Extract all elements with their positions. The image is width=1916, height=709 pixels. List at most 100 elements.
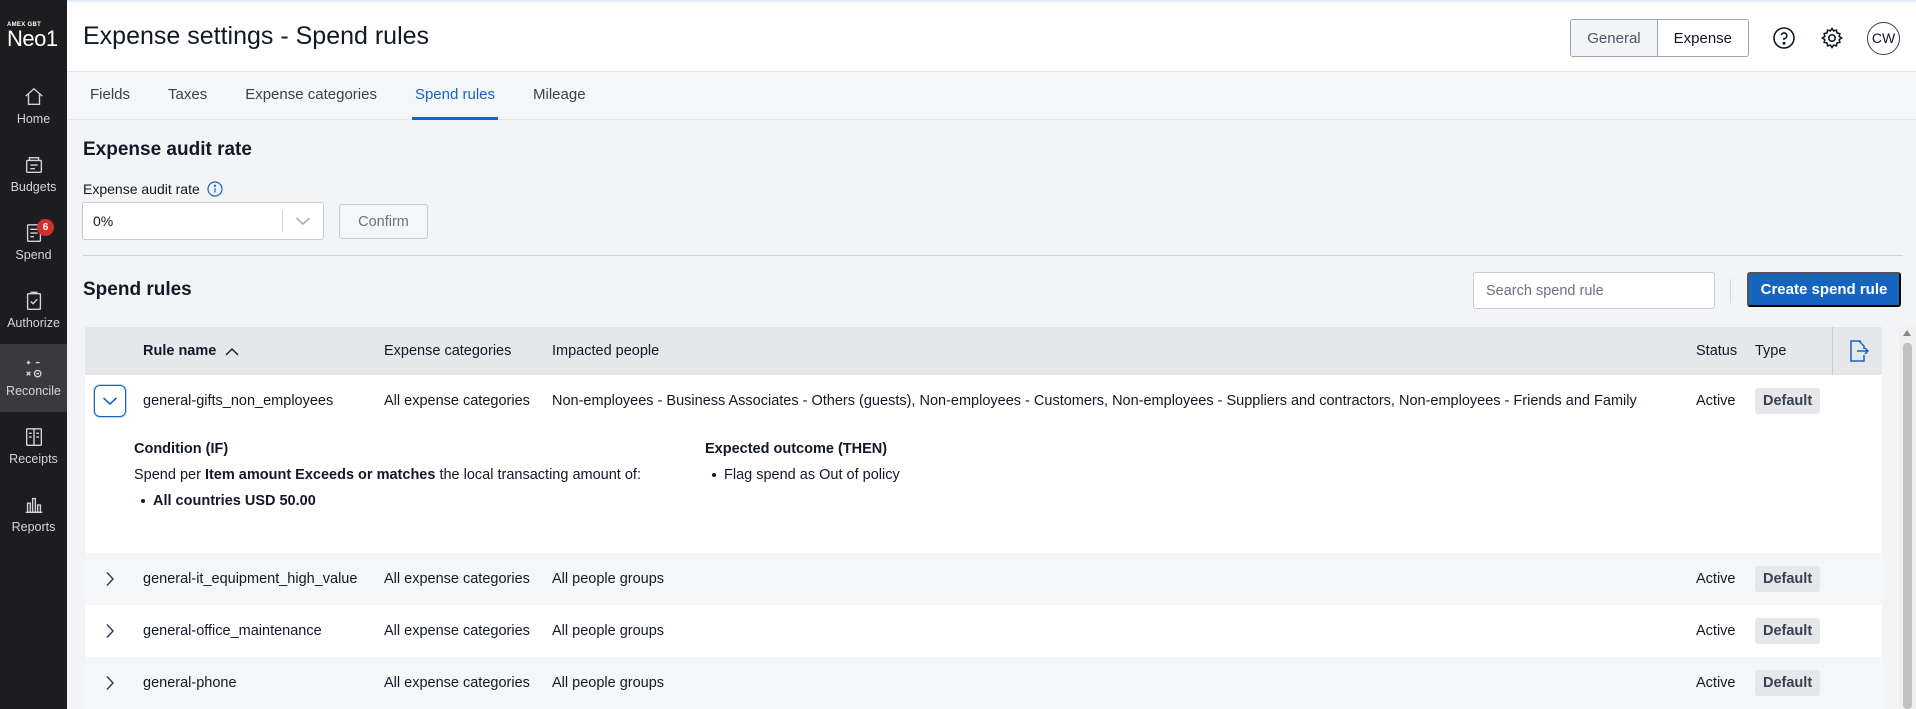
settings-mode-toggle: General Expense xyxy=(1570,19,1749,57)
rule-categories: All expense categories xyxy=(384,393,530,409)
condition-block: Condition (IF) Spend per Item amount Exc… xyxy=(134,441,641,509)
rule-detail-panel: Condition (IF) Spend per Item amount Exc… xyxy=(85,427,1882,553)
condition-text-post: the local transacting amount of: xyxy=(435,467,641,483)
rule-type: Default xyxy=(1755,566,1821,592)
chevron-right-icon xyxy=(106,571,115,587)
condition-bullet-text: All countries USD 50.00 xyxy=(153,493,316,509)
outcome-block: Expected outcome (THEN) Flag spend as Ou… xyxy=(705,441,900,483)
sidebar-item-label: Spend xyxy=(15,248,52,262)
condition-title: Condition (IF) xyxy=(134,441,229,457)
column-header-type: Type xyxy=(1755,343,1787,359)
search-spend-rule-input[interactable]: Search spend rule xyxy=(1473,272,1715,309)
type-badge: Default xyxy=(1755,618,1821,644)
rule-categories: All expense categories xyxy=(384,571,530,587)
user-avatar[interactable]: CW xyxy=(1867,21,1900,55)
audit-section-title: Expense audit rate xyxy=(83,139,252,160)
sidebar-item-label: Reports xyxy=(11,520,56,534)
sidebar-item-home[interactable]: Home xyxy=(0,72,67,140)
spend-rules-title: Spend rules xyxy=(83,279,192,300)
rule-status: Active xyxy=(1696,571,1736,587)
scrollbar-thumb[interactable] xyxy=(1903,343,1912,709)
rule-impacted-people: All people groups xyxy=(552,675,665,691)
toolbar-divider xyxy=(1730,279,1731,303)
table-row[interactable]: general-phone All expense categories All… xyxy=(85,657,1882,709)
condition-text-pre: Spend per xyxy=(134,467,205,483)
sidebar-item-reconcile[interactable]: Reconcile xyxy=(0,344,67,412)
rule-impacted-people: All people groups xyxy=(552,571,665,587)
sidebar-item-budgets[interactable]: Budgets xyxy=(0,140,67,208)
column-header-status: Status xyxy=(1696,343,1738,359)
help-icon[interactable] xyxy=(1771,25,1797,51)
collapse-row-button[interactable] xyxy=(94,385,126,417)
create-spend-rule-button[interactable]: Create spend rule xyxy=(1747,272,1901,307)
table-row[interactable]: general-gifts_non_employees All expense … xyxy=(85,375,1882,427)
header-actions: General Expense CW xyxy=(1570,19,1900,57)
sidebar-item-label: Budgets xyxy=(10,180,57,194)
sidebar-item-label: Receipts xyxy=(9,452,58,466)
sidebar-item-label: Home xyxy=(16,112,51,126)
column-header-impacted-people: Impacted people xyxy=(552,343,660,359)
page-title: Expense settings - Spend rules xyxy=(83,22,430,50)
home-icon xyxy=(24,87,43,106)
rule-status: Active xyxy=(1696,623,1736,639)
tab-mileage[interactable]: Mileage xyxy=(530,72,589,120)
rule-type: Default xyxy=(1755,618,1821,644)
confirm-button[interactable]: Confirm xyxy=(339,204,428,239)
tab-spend-rules[interactable]: Spend rules xyxy=(411,72,499,120)
outcome-bullet-text: Flag spend as Out of policy xyxy=(724,467,900,483)
rule-name: general-it_equipment_high_value xyxy=(143,571,358,587)
budgets-icon xyxy=(25,156,42,174)
authorize-icon xyxy=(26,291,41,310)
rule-name: general-gifts_non_employees xyxy=(143,393,334,409)
tab-fields[interactable]: Fields xyxy=(87,72,133,120)
chevron-down-icon xyxy=(102,397,118,406)
rule-name: general-office_maintenance xyxy=(143,623,322,639)
gear-icon[interactable] xyxy=(1819,25,1845,51)
column-header-expense-categories: Expense categories xyxy=(384,343,512,359)
type-badge: Default xyxy=(1755,388,1821,414)
audit-rate-value: 0% xyxy=(93,213,114,229)
info-icon[interactable] xyxy=(207,181,223,197)
reports-icon xyxy=(25,497,42,514)
scroll-up-arrow-icon[interactable] xyxy=(1903,330,1911,336)
sidebar-item-spend[interactable]: 6 Spend xyxy=(0,208,67,276)
rule-impacted-people: All people groups xyxy=(552,623,665,639)
audit-rate-label-text: Expense audit rate xyxy=(83,181,200,197)
brand-logo[interactable]: AMEX GBT Neo1 xyxy=(0,0,67,72)
audit-rate-select[interactable]: 0% xyxy=(82,202,324,240)
tab-expense-categories[interactable]: Expense categories xyxy=(242,72,380,120)
export-icon[interactable] xyxy=(1832,327,1882,375)
expand-row-button[interactable] xyxy=(94,563,126,595)
table-row[interactable]: general-office_maintenance All expense c… xyxy=(85,605,1882,657)
rule-categories: All expense categories xyxy=(384,675,530,691)
spend-count-badge: 6 xyxy=(37,219,54,236)
table-scrollbar[interactable] xyxy=(1899,327,1916,709)
column-label: Rule name xyxy=(143,343,217,359)
reconcile-icon xyxy=(25,360,42,378)
rule-name: general-phone xyxy=(143,675,237,691)
expand-row-button[interactable] xyxy=(94,667,126,699)
sidebar-item-authorize[interactable]: Authorize xyxy=(0,276,67,344)
general-toggle-button[interactable]: General xyxy=(1571,20,1657,56)
condition-text: Spend per Item amount Exceeds or matches… xyxy=(134,467,641,483)
sidebar-item-label: Reconcile xyxy=(6,384,61,398)
settings-tabs: Fields Taxes Expense categories Spend ru… xyxy=(67,72,1916,120)
chevron-right-icon xyxy=(106,623,115,639)
rule-categories: All expense categories xyxy=(384,623,530,639)
outcome-title: Expected outcome (THEN) xyxy=(705,441,888,457)
sidebar: AMEX GBT Neo1 Home Budgets 6 Spend Autho… xyxy=(0,0,67,709)
expand-row-button[interactable] xyxy=(94,615,126,647)
rule-type: Default xyxy=(1755,388,1821,414)
expense-toggle-button[interactable]: Expense xyxy=(1656,20,1748,56)
rule-status: Active xyxy=(1696,675,1736,691)
sidebar-item-reports[interactable]: Reports xyxy=(0,480,67,548)
sidebar-item-receipts[interactable]: Receipts xyxy=(0,412,67,480)
rule-type: Default xyxy=(1755,670,1821,696)
sidebar-item-label: Authorize xyxy=(7,316,60,330)
column-header-rule-name[interactable]: Rule name xyxy=(143,343,239,359)
table-header: Rule name Expense categories Impacted pe… xyxy=(85,327,1882,375)
table-row[interactable]: general-it_equipment_high_value All expe… xyxy=(85,553,1882,605)
tab-taxes[interactable]: Taxes xyxy=(165,72,210,120)
audit-rate-label: Expense audit rate xyxy=(83,181,223,197)
type-badge: Default xyxy=(1755,670,1821,696)
